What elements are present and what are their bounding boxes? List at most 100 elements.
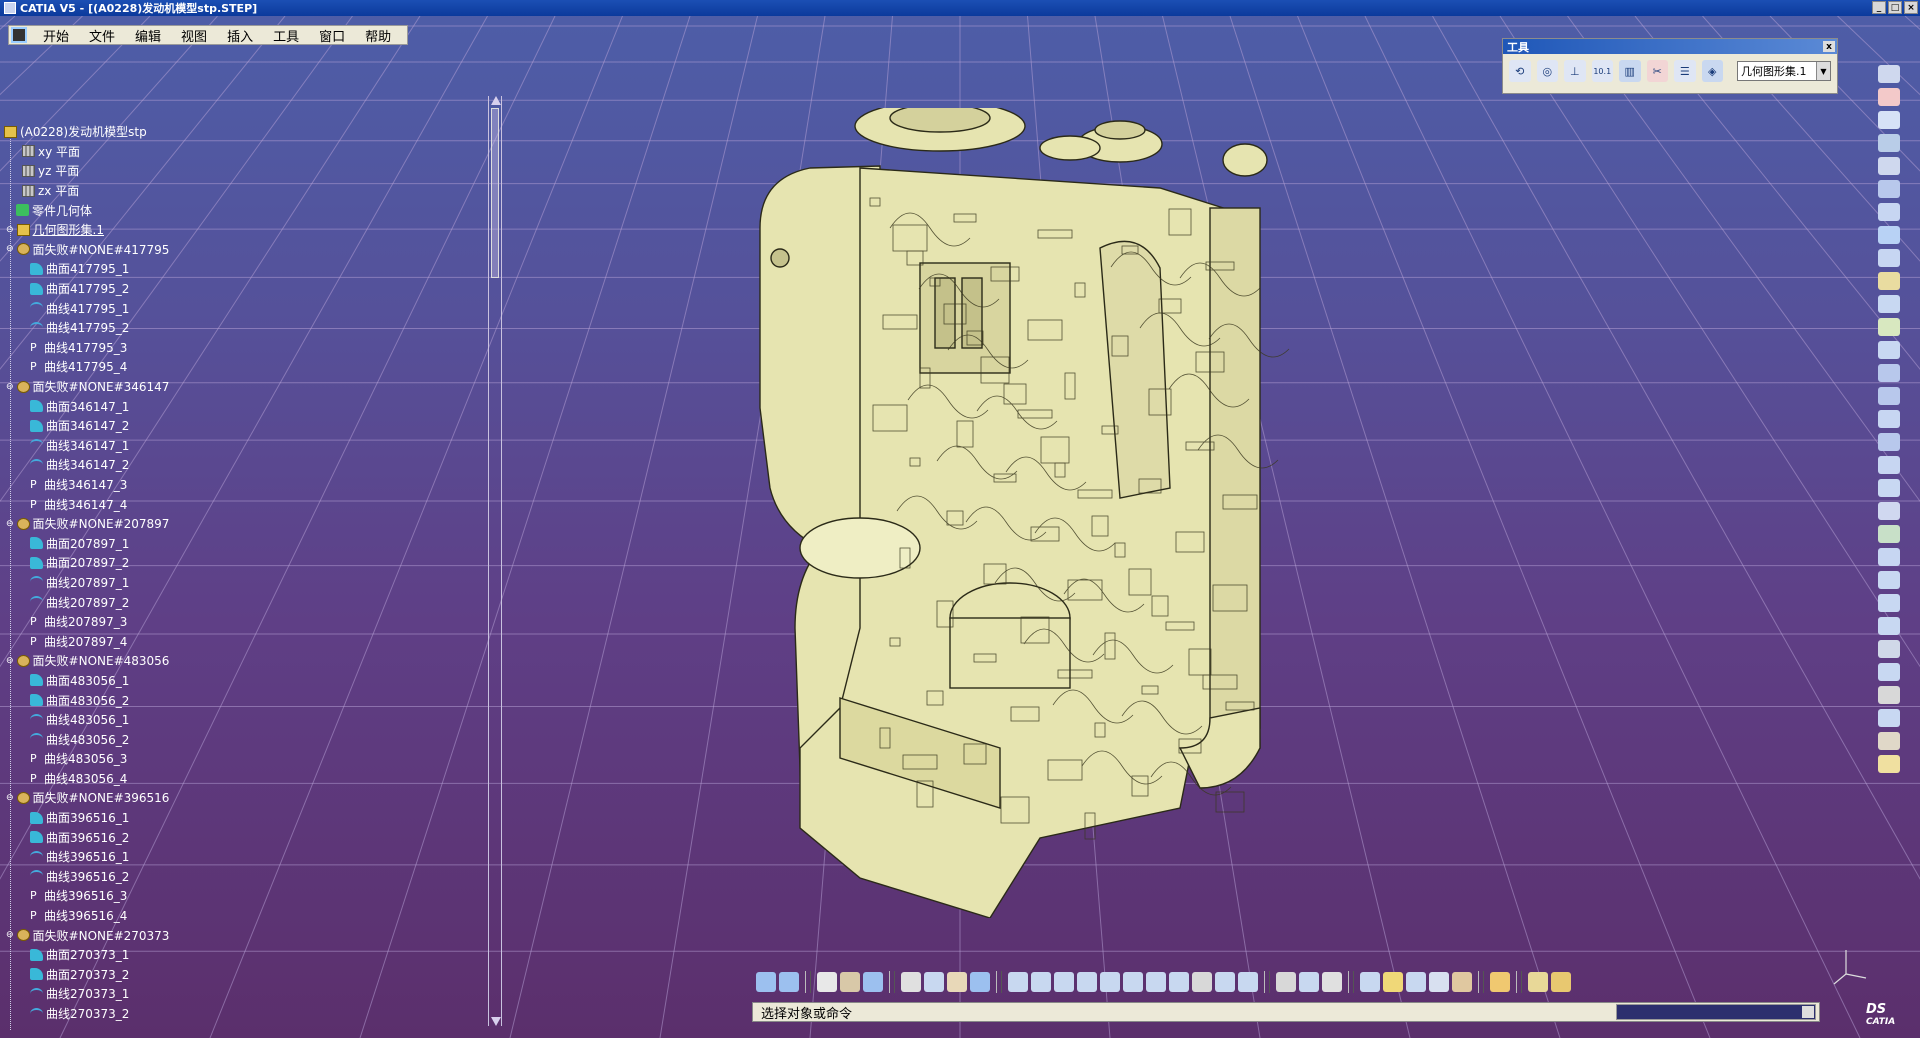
- tree-curve-item[interactable]: 曲线396516_1: [30, 847, 494, 867]
- compass-axis-icon[interactable]: [1828, 948, 1868, 988]
- tree-surface-item[interactable]: 曲面396516_1: [30, 808, 494, 828]
- tree-curve-item[interactable]: P 曲线346147_4: [30, 494, 494, 514]
- right-toolbar-button[interactable]: [1878, 295, 1900, 313]
- bottom-toolbar-button[interactable]: [947, 972, 967, 992]
- tree-curve-item[interactable]: 曲线417795_1: [30, 298, 494, 318]
- tree-curve-item[interactable]: P 曲线207897_4: [30, 631, 494, 651]
- bottom-toolbar-button[interactable]: [1299, 972, 1319, 992]
- sketch-analysis-icon[interactable]: ✂: [1646, 60, 1668, 82]
- tree-curve-item[interactable]: 曲线270373_2: [30, 1004, 494, 1024]
- tree-failed-face-group[interactable]: ⊖ 面失败#NONE#270373: [6, 925, 494, 945]
- bottom-toolbar-button[interactable]: [1551, 972, 1571, 992]
- bottom-toolbar-button[interactable]: [1100, 972, 1120, 992]
- bottom-toolbar-button[interactable]: [1322, 972, 1342, 992]
- right-toolbar-button[interactable]: [1878, 249, 1900, 267]
- bottom-toolbar-button[interactable]: [1238, 972, 1258, 992]
- menu-window[interactable]: 窗口: [309, 26, 355, 45]
- bottom-toolbar-button[interactable]: [817, 972, 837, 992]
- tree-curve-item[interactable]: 曲线207897_2: [30, 592, 494, 612]
- expand-icon[interactable]: ⊖: [6, 382, 14, 392]
- tree-surface-item[interactable]: 曲面417795_1: [30, 259, 494, 279]
- catalog-icon[interactable]: ▥: [1619, 60, 1641, 82]
- expand-icon[interactable]: ⊖: [6, 930, 14, 940]
- menu-help[interactable]: 帮助: [355, 26, 401, 45]
- bottom-toolbar-button[interactable]: [1192, 972, 1212, 992]
- expand-icon[interactable]: ⊖: [6, 793, 14, 803]
- bottom-toolbar-button[interactable]: [1276, 972, 1296, 992]
- tree-curve-item[interactable]: 曲线270373_1: [30, 984, 494, 1004]
- bottom-toolbar-button[interactable]: [1490, 972, 1510, 992]
- right-toolbar-button[interactable]: [1878, 686, 1900, 704]
- right-toolbar-button[interactable]: [1878, 663, 1900, 681]
- right-toolbar-button[interactable]: [1878, 479, 1900, 497]
- close-button[interactable]: ×: [1904, 1, 1918, 14]
- tree-curve-item[interactable]: P 曲线483056_3: [30, 749, 494, 769]
- tree-curve-item[interactable]: P 曲线396516_3: [30, 886, 494, 906]
- tree-plane-yz[interactable]: yz 平面: [22, 161, 494, 181]
- tree-surface-item[interactable]: 曲面207897_1: [30, 533, 494, 553]
- engine-3d-model[interactable]: [740, 108, 1380, 918]
- bottom-toolbar-button[interactable]: [1383, 972, 1403, 992]
- command-button[interactable]: [1802, 1006, 1814, 1018]
- bottom-toolbar-button[interactable]: [1452, 972, 1472, 992]
- right-toolbar-button[interactable]: [1878, 157, 1900, 175]
- right-toolbar-button[interactable]: [1878, 525, 1900, 543]
- scroll-down-icon[interactable]: [491, 1017, 501, 1026]
- right-toolbar-button[interactable]: [1878, 180, 1900, 198]
- tree-curve-item[interactable]: P 曲线396516_4: [30, 906, 494, 926]
- right-toolbar-button[interactable]: [1878, 272, 1900, 290]
- bottom-toolbar-button[interactable]: [1123, 972, 1143, 992]
- bottom-toolbar-button[interactable]: [863, 972, 883, 992]
- right-toolbar-button[interactable]: [1878, 364, 1900, 382]
- tree-failed-face-group[interactable]: ⊖ 面失败#NONE#207897: [6, 514, 494, 534]
- tree-curve-item[interactable]: P 曲线483056_4: [30, 769, 494, 789]
- bottom-toolbar-button[interactable]: [1169, 972, 1189, 992]
- bottom-toolbar-button[interactable]: [901, 972, 921, 992]
- right-toolbar-button[interactable]: [1878, 203, 1900, 221]
- update-icon[interactable]: ⟲: [1509, 60, 1531, 82]
- tree-curve-item[interactable]: 曲线396516_2: [30, 867, 494, 887]
- menu-view[interactable]: 视图: [171, 26, 217, 45]
- menu-tools[interactable]: 工具: [263, 26, 309, 45]
- list-icon[interactable]: ☰: [1674, 60, 1696, 82]
- tree-surface-item[interactable]: 曲面346147_1: [30, 396, 494, 416]
- tree-surface-item[interactable]: 曲面483056_1: [30, 671, 494, 691]
- bottom-toolbar-button[interactable]: [1360, 972, 1380, 992]
- tree-curve-item[interactable]: 曲线207897_1: [30, 573, 494, 593]
- right-toolbar-button[interactable]: [1878, 456, 1900, 474]
- tools-palette-close-button[interactable]: x: [1823, 41, 1835, 52]
- tree-surface-item[interactable]: 曲面207897_2: [30, 553, 494, 573]
- right-toolbar-button[interactable]: [1878, 410, 1900, 428]
- right-toolbar-button[interactable]: [1878, 387, 1900, 405]
- tree-curve-item[interactable]: P 曲线417795_4: [30, 357, 494, 377]
- tree-surface-item[interactable]: 曲面270373_2: [30, 965, 494, 985]
- menu-insert[interactable]: 插入: [217, 26, 263, 45]
- scroll-thumb[interactable]: [491, 108, 499, 278]
- expand-icon[interactable]: ⊖: [6, 225, 14, 235]
- expand-icon[interactable]: ⊖: [6, 656, 14, 666]
- command-input[interactable]: [1616, 1004, 1816, 1020]
- chevron-down-icon[interactable]: ▼: [1815, 62, 1830, 80]
- bottom-toolbar-button[interactable]: [1146, 972, 1166, 992]
- right-toolbar-button[interactable]: [1878, 709, 1900, 727]
- document-icon[interactable]: [11, 27, 27, 43]
- manual-update-icon[interactable]: ◎: [1536, 60, 1558, 82]
- bottom-toolbar-button[interactable]: [779, 972, 799, 992]
- maximize-button[interactable]: □: [1888, 1, 1902, 14]
- tree-curve-item[interactable]: P 曲线346147_3: [30, 475, 494, 495]
- tree-geometric-set[interactable]: ⊖ 几何图形集.1: [6, 220, 494, 240]
- tree-failed-face-group[interactable]: ⊖ 面失败#NONE#346147: [6, 377, 494, 397]
- tree-surface-item[interactable]: 曲面417795_2: [30, 279, 494, 299]
- bottom-toolbar-button[interactable]: [1215, 972, 1235, 992]
- tree-curve-item[interactable]: 曲线483056_1: [30, 710, 494, 730]
- tree-surface-item[interactable]: 曲面346147_2: [30, 416, 494, 436]
- right-toolbar-button[interactable]: [1878, 226, 1900, 244]
- bottom-toolbar-button[interactable]: [1429, 972, 1449, 992]
- right-toolbar-button[interactable]: [1878, 617, 1900, 635]
- bottom-toolbar-button[interactable]: [1008, 972, 1028, 992]
- axis-system-icon[interactable]: ⊥: [1564, 60, 1586, 82]
- right-toolbar-button[interactable]: [1878, 111, 1900, 129]
- bottom-toolbar-button[interactable]: [756, 972, 776, 992]
- right-toolbar-button[interactable]: [1878, 134, 1900, 152]
- menu-file[interactable]: 文件: [79, 26, 125, 45]
